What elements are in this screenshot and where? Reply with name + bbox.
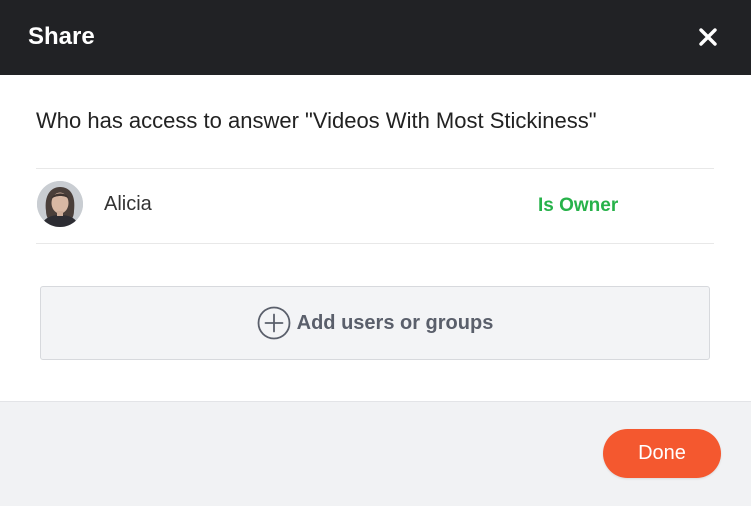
close-button[interactable] (693, 22, 723, 52)
close-icon (699, 28, 717, 46)
plus-circle-icon (257, 306, 291, 340)
user-avatar (37, 181, 83, 227)
add-users-label: Add users or groups (296, 312, 494, 334)
dialog-body: Who has access to answer "Videos With Mo… (0, 75, 751, 401)
done-button[interactable]: Done (603, 429, 721, 478)
dialog-footer: Done (0, 401, 751, 506)
dialog-header: Share (0, 0, 751, 75)
access-question: Who has access to answer "Videos With Mo… (36, 108, 597, 133)
dialog-title: Share (28, 23, 95, 50)
share-dialog: Share Who has access to answer "Videos W… (0, 0, 751, 506)
owner-badge: Is Owner (538, 195, 619, 216)
add-users-button[interactable]: Add users or groups (40, 286, 710, 360)
divider-bottom (36, 243, 714, 244)
user-name: Alicia (104, 193, 152, 215)
user-row: Alicia Is Owner (36, 169, 714, 243)
